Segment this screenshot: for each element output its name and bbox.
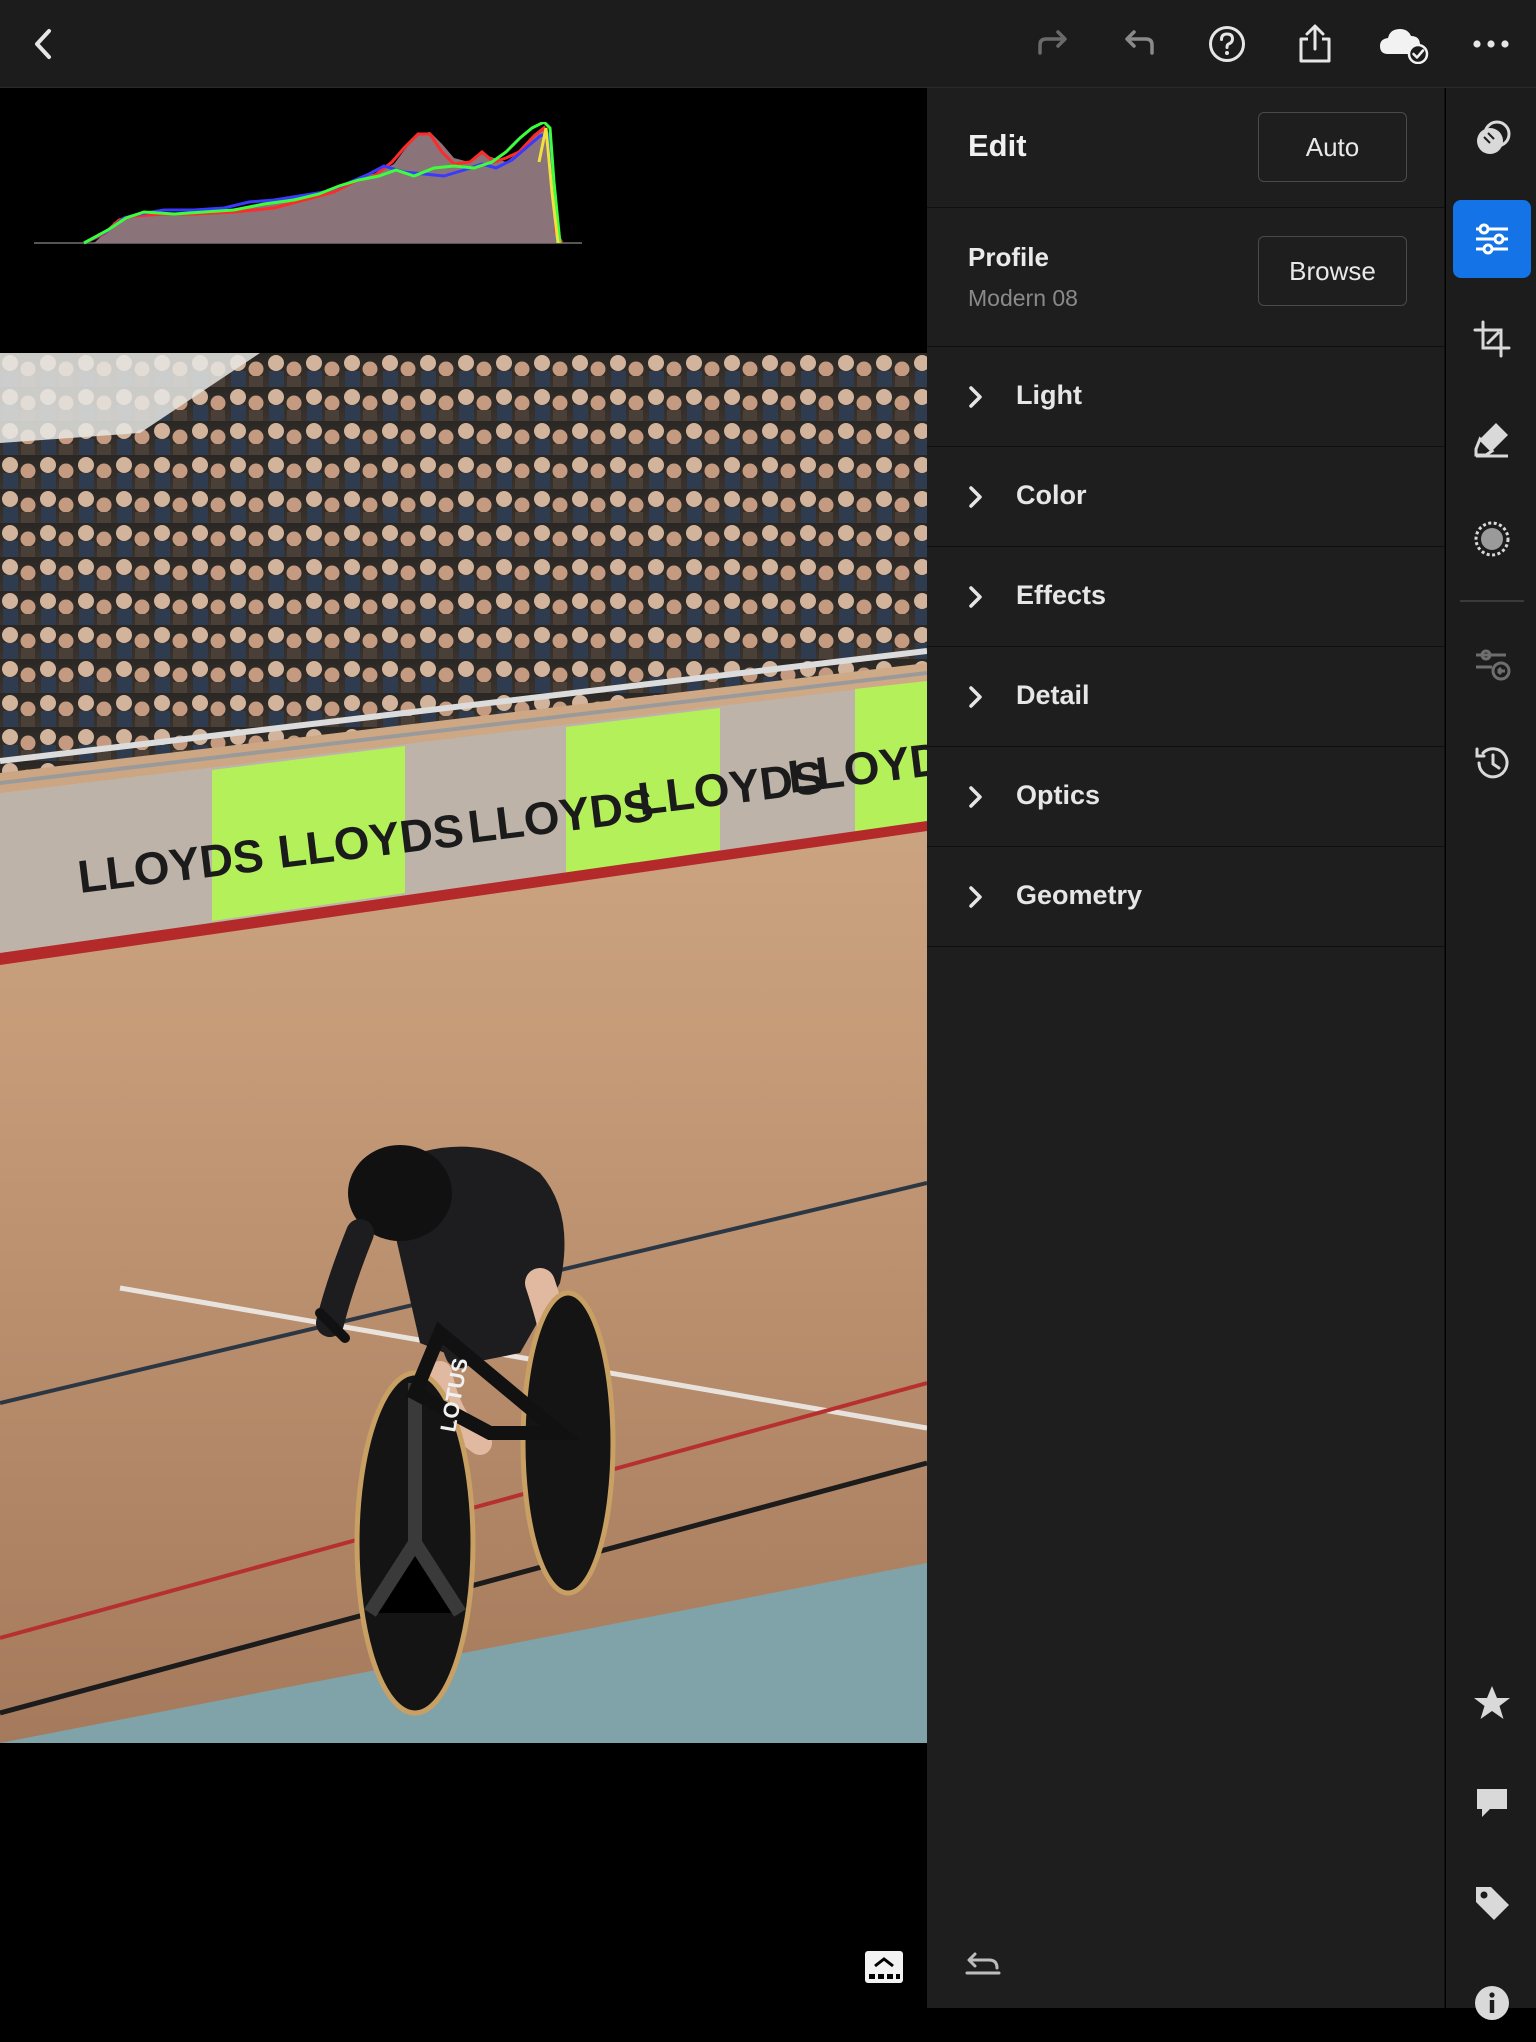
section-effects[interactable]: Effects (927, 547, 1445, 647)
rating-icon[interactable] (1453, 1664, 1531, 1742)
section-label: Geometry (1016, 880, 1143, 910)
cloud-synced-icon[interactable] (1378, 20, 1430, 68)
presets-icon[interactable] (1453, 100, 1531, 178)
chevron-right-icon (969, 786, 982, 808)
chevron-right-icon (969, 686, 982, 708)
chevron-right-icon (969, 586, 982, 608)
info-icon[interactable] (1453, 1964, 1531, 2042)
edit-header: Edit Auto (927, 88, 1445, 208)
tool-rail (1446, 88, 1536, 2020)
back-icon[interactable] (20, 20, 68, 68)
reset-icon[interactable] (965, 1946, 1001, 1976)
more-icon[interactable] (1467, 20, 1515, 68)
edit-panel: Edit Auto Profile Modern 08 Browse Light… (927, 88, 1445, 2008)
redo-icon[interactable] (1028, 20, 1076, 68)
versions-icon[interactable] (1453, 624, 1531, 702)
edit-sliders-icon[interactable] (1453, 200, 1531, 278)
section-label: Light (1016, 380, 1082, 410)
profile-value: Modern 08 (968, 285, 1078, 311)
help-icon[interactable] (1203, 20, 1251, 68)
comments-icon[interactable] (1453, 1764, 1531, 1842)
crop-icon[interactable] (1453, 300, 1531, 378)
share-icon[interactable] (1291, 20, 1339, 68)
section-geometry[interactable]: Geometry (927, 847, 1445, 947)
section-detail[interactable]: Detail (927, 647, 1445, 747)
section-label: Effects (1016, 580, 1107, 610)
filmstrip-toggle-icon[interactable] (864, 1950, 904, 1984)
chevron-right-icon (969, 886, 982, 908)
browse-button[interactable]: Browse (1258, 236, 1407, 306)
history-icon[interactable] (1453, 724, 1531, 802)
masking-icon[interactable] (1453, 500, 1531, 578)
rail-divider (1460, 600, 1524, 602)
section-label: Optics (1016, 780, 1101, 810)
photo-image: LLOYDS LLOYDS LLOYDS LLOYDS LLOYDS LOTUS (0, 353, 927, 1743)
section-color[interactable]: Color (927, 447, 1445, 547)
profile-label: Profile (968, 242, 1049, 272)
section-optics[interactable]: Optics (927, 747, 1445, 847)
histogram (34, 122, 582, 245)
keywords-icon[interactable] (1453, 1864, 1531, 1942)
chevron-right-icon (969, 386, 982, 408)
healing-icon[interactable] (1453, 400, 1531, 478)
panel-title: Edit (968, 128, 1027, 163)
section-label: Color (1016, 480, 1087, 510)
top-toolbar (0, 0, 1536, 88)
section-label: Detail (1016, 680, 1090, 710)
undo-icon[interactable] (1116, 20, 1164, 68)
profile-row: Profile Modern 08 Browse (927, 208, 1445, 347)
section-light[interactable]: Light (927, 347, 1445, 447)
auto-button[interactable]: Auto (1258, 112, 1407, 182)
chevron-right-icon (969, 486, 982, 508)
photo-canvas[interactable]: LLOYDS LLOYDS LLOYDS LLOYDS LLOYDS LOTUS (0, 88, 927, 2008)
